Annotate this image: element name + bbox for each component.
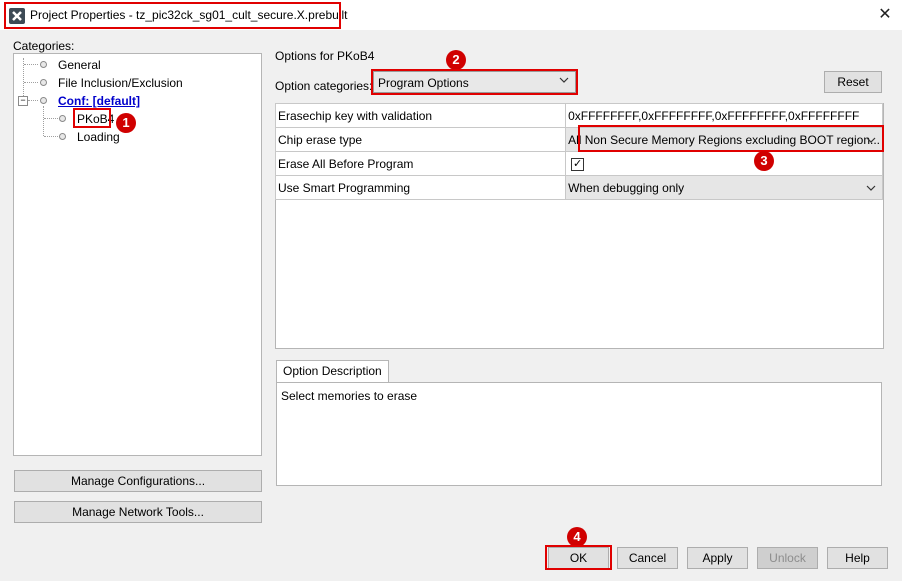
erasechip-key-input[interactable]: 0xFFFFFFFF,0xFFFFFFFF,0xFFFFFFFF,0xFFFFF…: [565, 103, 883, 128]
erase-all-checkbox[interactable]: ✓: [571, 158, 585, 171]
tree-item-conf-default[interactable]: Conf: [default]: [58, 94, 140, 108]
tree-line: [24, 64, 38, 65]
node-icon: [40, 61, 47, 68]
option-name: Erase All Before Program: [274, 151, 567, 176]
reset-button[interactable]: Reset: [824, 71, 882, 93]
tab-option-description[interactable]: Option Description: [276, 360, 389, 382]
tree-item-file-inclusion[interactable]: File Inclusion/Exclusion: [58, 76, 183, 90]
options-table: Erasechip key with validation 0xFFFFFFFF…: [274, 103, 883, 200]
option-categories-value: Program Options: [378, 76, 469, 90]
option-categories-select[interactable]: Program Options: [373, 71, 576, 93]
tree-item-pkob4[interactable]: PKoB4: [77, 112, 114, 126]
categories-tree: [13, 53, 262, 456]
ok-button[interactable]: OK: [548, 547, 609, 569]
node-icon: [40, 79, 47, 86]
table-row: Use Smart Programming When debugging onl…: [274, 175, 883, 200]
description-text: Select memories to erase: [281, 389, 418, 403]
manage-configurations-button[interactable]: Manage Configurations...: [14, 470, 262, 492]
table-row: Erasechip key with validation 0xFFFFFFFF…: [274, 103, 883, 128]
annotation-badge-3: 3: [754, 151, 774, 171]
tree-line: [44, 118, 58, 119]
annotation-badge-4: 4: [567, 527, 587, 547]
help-button[interactable]: Help: [827, 547, 888, 569]
unlock-button: Unlock: [757, 547, 818, 569]
annotation-badge-2: 2: [446, 50, 466, 70]
chip-erase-type-value: All Non Secure Memory Regions excluding …: [568, 132, 880, 147]
option-name: Erasechip key with validation: [274, 103, 567, 128]
node-icon: [59, 115, 66, 122]
node-icon: [40, 97, 47, 104]
option-name: Use Smart Programming: [274, 175, 567, 200]
tree-line: [43, 106, 44, 136]
option-categories-label: Option categories:: [275, 79, 373, 93]
table-row: Chip erase type All Non Secure Memory Re…: [274, 127, 883, 152]
categories-label: Categories:: [13, 39, 75, 53]
tree-item-general[interactable]: General: [58, 58, 101, 72]
tree-item-loading[interactable]: Loading: [77, 130, 120, 144]
window-title: Project Properties - tz_pic32ck_sg01_cul…: [30, 8, 348, 22]
node-icon: [59, 133, 66, 140]
tree-line: [24, 82, 38, 83]
app-icon: [9, 8, 25, 24]
apply-button[interactable]: Apply: [687, 547, 748, 569]
chip-erase-type-select[interactable]: All Non Secure Memory Regions excluding …: [565, 127, 883, 152]
table-row: Erase All Before Program ✓: [274, 151, 883, 176]
collapse-toggle[interactable]: −: [18, 96, 28, 106]
close-icon[interactable]: ✕: [876, 6, 894, 24]
option-name: Chip erase type: [274, 127, 567, 152]
manage-network-tools-button[interactable]: Manage Network Tools...: [14, 501, 262, 523]
chevron-down-icon: [866, 137, 876, 143]
cancel-button[interactable]: Cancel: [617, 547, 678, 569]
tree-line: [44, 136, 58, 137]
options-header: Options for PKoB4: [275, 49, 375, 63]
smart-programming-select[interactable]: When debugging only: [565, 175, 883, 200]
checkbox-cell: ✓: [565, 151, 883, 176]
smart-programming-value: When debugging only: [568, 180, 685, 195]
tree-line: [28, 100, 38, 101]
chevron-down-icon: [559, 77, 569, 83]
chevron-down-icon: [866, 185, 876, 191]
